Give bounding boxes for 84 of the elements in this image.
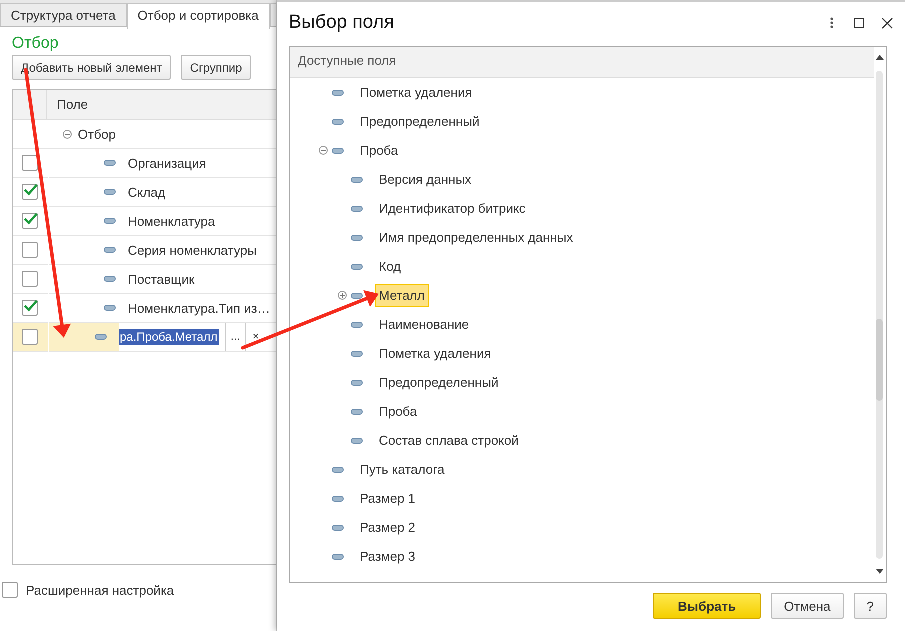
field-icon [332,524,344,530]
tree-item[interactable]: Имя предопределенных данных [375,226,578,249]
checkbox[interactable] [22,213,38,229]
scroll-up-icon[interactable] [876,55,884,60]
tree-item[interactable]: Предопределенный [356,110,484,133]
table-row[interactable]: ра.Проба.Металл ... × [13,323,276,352]
tree-item[interactable]: Состав сплава строкой [375,429,523,452]
table-cell: Серия номенклатуры [128,242,257,258]
checkbox-label: Расширенная настройка [26,582,174,598]
tree-item[interactable]: Пометка удаления [375,342,496,365]
field-icon [351,206,363,212]
tree-item[interactable]: Размер 1 [356,487,420,510]
table-cell: Поставщик [128,272,195,286]
column-header: Доступные поля [290,47,874,78]
scroll-thumb[interactable] [876,319,883,401]
field-icon [95,334,107,340]
table-cell: Номенклатура [128,214,216,228]
field-icon [351,292,363,298]
table-row[interactable]: Серия номенклатуры [13,236,276,265]
field-icon [104,160,116,166]
field-icon [104,276,116,282]
tree-item[interactable]: Пометка удаления [356,81,476,104]
dialog-button[interactable]: ? [854,593,887,619]
field-icon [332,496,344,502]
field-icon [332,466,344,472]
tree-item[interactable]: Наименование [375,313,474,336]
input-field[interactable]: ра.Проба.Металл [119,323,226,351]
scroll-down-icon[interactable] [876,569,884,574]
expand-icon[interactable] [338,291,346,300]
tree-item[interactable]: Идентификатор битрикс [375,197,530,220]
toolbar-button[interactable]: Сгруппир [181,55,252,80]
table-row[interactable]: Организация [13,149,276,178]
field-icon [332,118,344,124]
field-icon [332,148,344,154]
field-icon [351,438,363,444]
tree-item[interactable]: Проба [375,400,422,423]
tree-item[interactable]: Проба [356,139,402,162]
column-header: Поле [56,96,88,114]
tree-item[interactable]: Металл [375,284,429,307]
maximize-icon[interactable] [854,18,864,28]
collapse-icon[interactable] [318,146,328,155]
tree-item[interactable]: Код [375,255,406,278]
more-icon[interactable] [830,17,834,29]
field-icon [351,322,363,328]
close-icon[interactable] [882,18,893,28]
field-icon [351,234,363,240]
tab[interactable]: Структура отчета [0,3,127,26]
collapse-icon[interactable] [63,130,72,138]
field-icon [351,264,363,270]
checkbox[interactable] [22,329,38,345]
dialog-button[interactable]: Отмена [771,593,844,619]
field-icon [351,176,363,182]
checkbox[interactable] [22,155,38,171]
tree-item[interactable]: Размер 2 [356,516,420,539]
field-icon [104,305,116,311]
table-row[interactable]: Склад [13,178,276,207]
checkbox[interactable] [22,242,38,258]
checkbox[interactable] [2,582,18,598]
field-icon [104,247,116,253]
table-cell: Номенклатура.Тип из… [128,300,270,316]
checkbox[interactable] [22,184,38,200]
tree-item[interactable]: Предопределенный [375,371,503,394]
field-icon [351,350,363,356]
table-cell: Организация [128,156,206,170]
field-icon [104,218,116,224]
table-cell: Склад [128,184,166,200]
tree-item[interactable]: Путь каталога [356,458,449,481]
table-row[interactable]: Номенклатура [13,207,276,236]
field-icon [104,189,116,195]
section-title: Отбор [12,35,60,53]
field-icon [332,90,344,96]
field-icon [351,408,363,414]
tab[interactable]: Отбор и сортировка [126,3,270,29]
field-icon [351,380,363,386]
table-row[interactable]: Поставщик [13,265,276,294]
checkbox[interactable] [22,300,38,316]
field-icon [332,554,344,560]
checkbox[interactable] [22,271,38,287]
select-button[interactable]: Выбрать [653,593,762,619]
tree-item[interactable]: Версия данных [375,168,476,191]
group-label: Отбор [78,126,116,142]
dialog-title: Выбор поля [289,12,396,34]
toolbar-button[interactable]: Добавить новый элемент [12,55,172,80]
tree-item[interactable]: Размер 3 [356,545,420,568]
